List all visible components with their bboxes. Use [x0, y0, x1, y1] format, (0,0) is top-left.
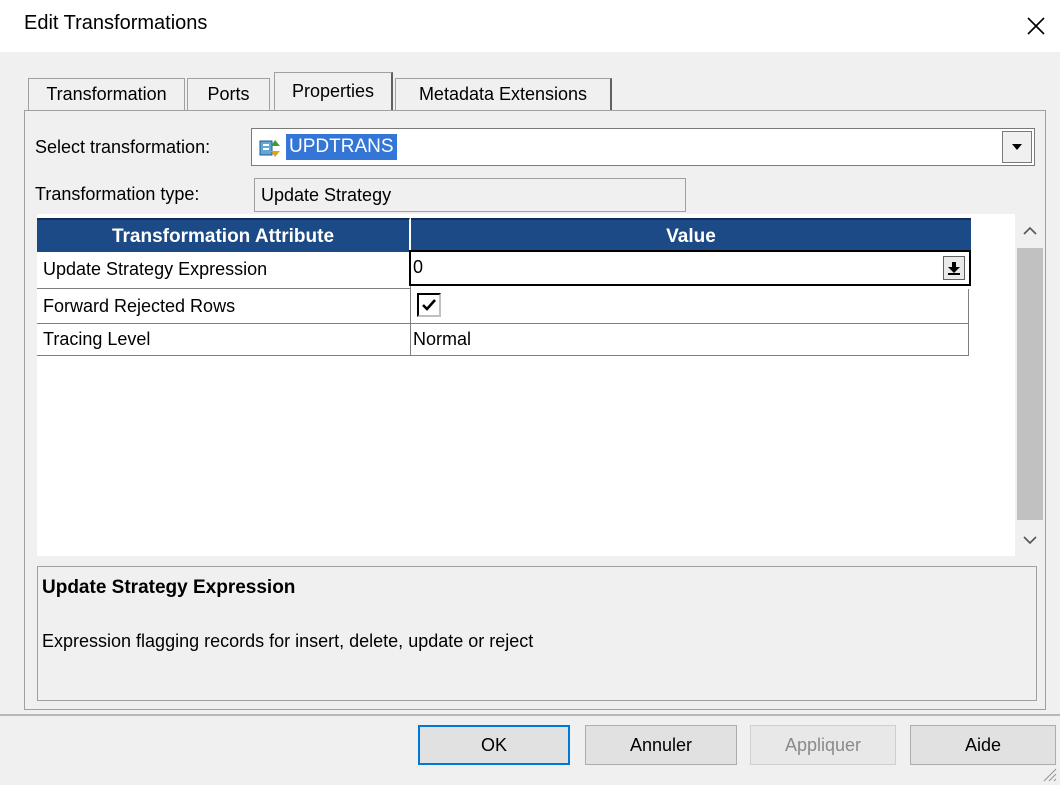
scroll-up-button[interactable]: [1015, 214, 1045, 246]
scroll-thumb[interactable]: [1017, 248, 1043, 520]
expression-value: 0: [413, 257, 424, 277]
transformation-type-label: Transformation type:: [35, 184, 200, 204]
title-bar: Edit Transformations: [0, 0, 1060, 52]
tracing-level-value[interactable]: Normal: [411, 324, 969, 356]
select-transformation-label: Select transformation:: [35, 137, 211, 157]
update-strategy-expression-input[interactable]: 0: [409, 250, 971, 286]
attribute-grid: Transformation Attribute Value Update St…: [37, 214, 1015, 556]
ok-button[interactable]: OK: [418, 725, 570, 765]
close-icon: [1027, 17, 1045, 35]
selected-transformation: UPDTRANS: [286, 134, 397, 160]
tab-transformation[interactable]: Transformation: [28, 78, 185, 110]
description-title: Update Strategy Expression: [42, 577, 296, 598]
chevron-up-icon: [1023, 226, 1037, 235]
select-dropdown-arrow[interactable]: [1002, 131, 1032, 163]
checkmark-icon: [422, 299, 436, 311]
description-text: Expression flagging records for insert, …: [42, 631, 534, 651]
arrow-down-icon: [948, 262, 960, 275]
grid-header-value: Value: [411, 218, 971, 252]
grid-header-attribute: Transformation Attribute: [37, 218, 410, 252]
transformation-icon: [259, 140, 280, 157]
chevron-down-icon: [1023, 535, 1037, 544]
tab-ports[interactable]: Ports: [187, 78, 270, 110]
tab-properties[interactable]: Properties: [274, 72, 393, 110]
grid-scrollbar[interactable]: [1015, 214, 1045, 556]
apply-button[interactable]: Appliquer: [750, 725, 896, 765]
resize-grip-icon[interactable]: [1040, 765, 1058, 783]
close-button[interactable]: [1014, 4, 1058, 48]
chevron-down-icon: [1012, 144, 1022, 150]
footer-divider: [0, 714, 1060, 716]
select-transformation-dropdown[interactable]: UPDTRANS: [251, 128, 1035, 166]
table-row-attribute: Tracing Level: [37, 324, 411, 356]
transformation-type-field: Update Strategy: [254, 178, 686, 212]
forward-rejected-rows-cell: [411, 289, 969, 324]
description-panel: Update Strategy Expression Expression fl…: [37, 566, 1037, 701]
cancel-button[interactable]: Annuler: [585, 725, 737, 765]
tab-metadata-extensions[interactable]: Metadata Extensions: [395, 78, 612, 110]
table-row-attribute: Forward Rejected Rows: [37, 289, 411, 324]
forward-rejected-rows-checkbox[interactable]: [417, 293, 441, 317]
scroll-down-button[interactable]: [1015, 524, 1045, 556]
expression-editor-button[interactable]: [943, 256, 965, 280]
help-button[interactable]: Aide: [910, 725, 1056, 765]
table-row-attribute: Update Strategy Expression: [37, 252, 411, 289]
window-title: Edit Transformations: [24, 12, 208, 34]
